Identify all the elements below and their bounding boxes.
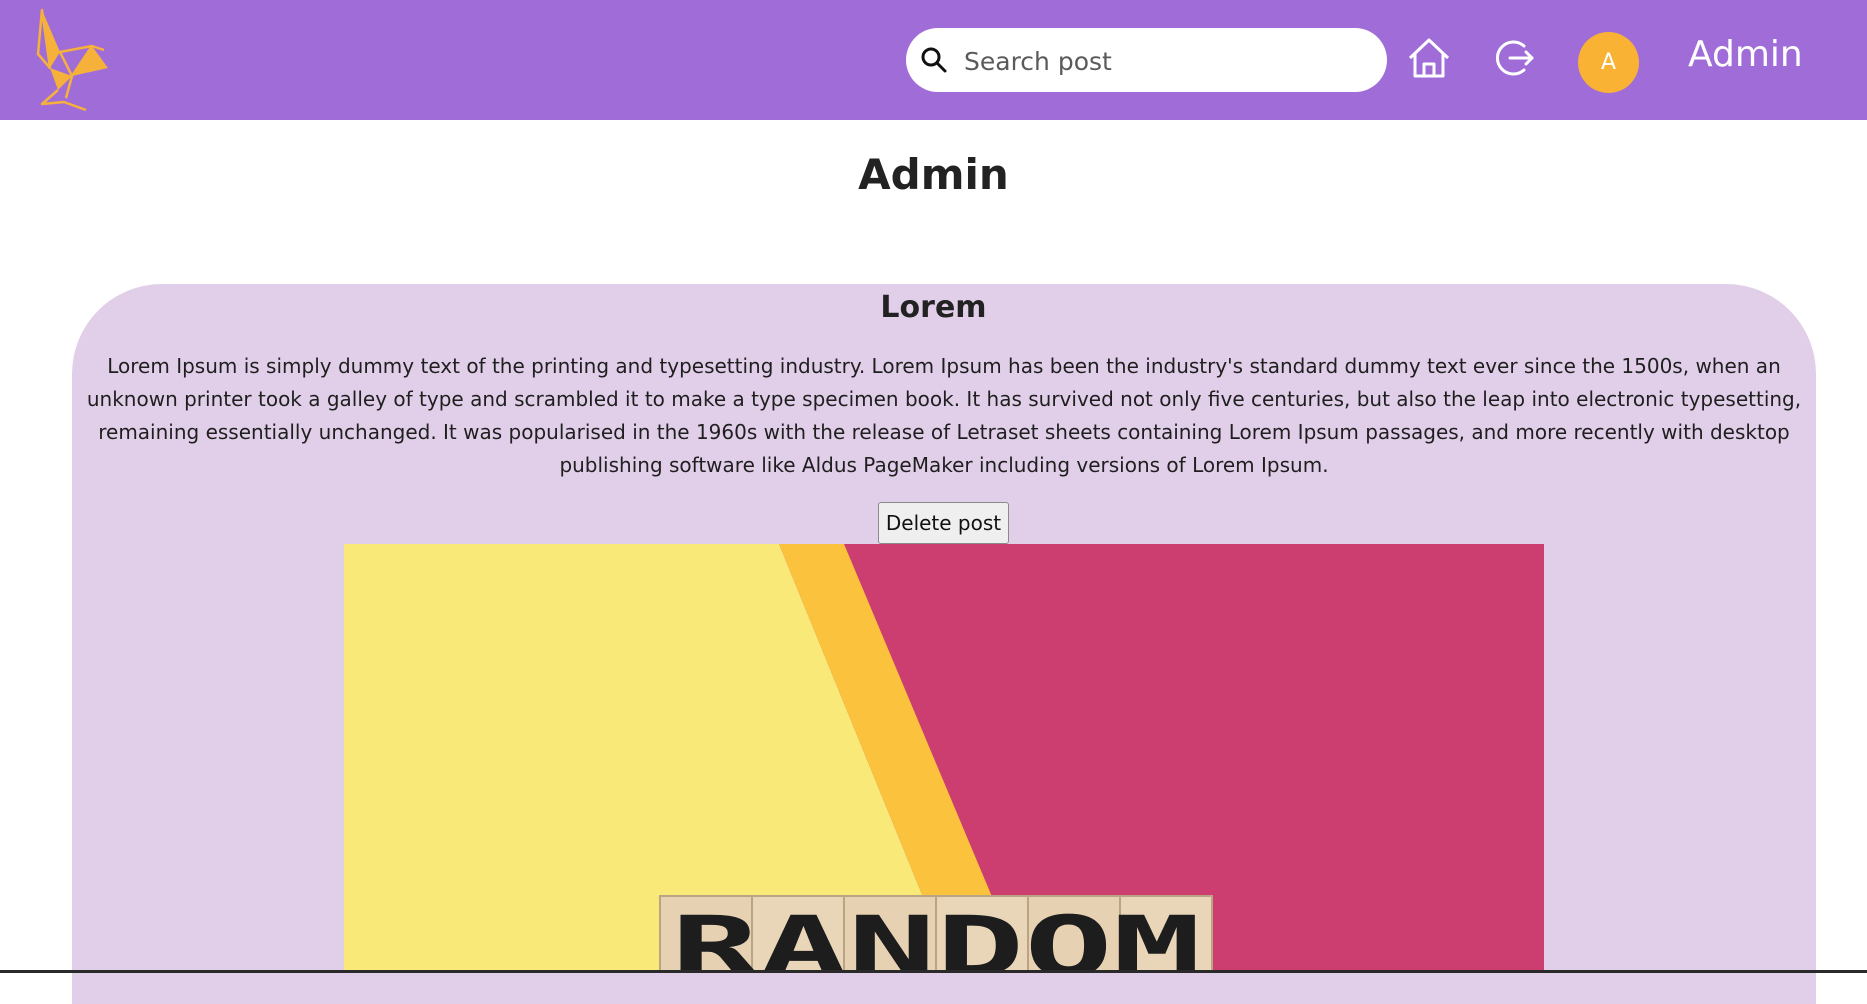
post-title: Lorem: [880, 290, 987, 325]
search-box[interactable]: [906, 28, 1387, 94]
avatar-letter: A: [1600, 50, 1617, 75]
logout-icon[interactable]: [1490, 34, 1538, 82]
home-icon[interactable]: [1405, 34, 1453, 82]
nav-username[interactable]: Admin: [1688, 34, 1803, 75]
post-image-word: RANDOM: [671, 898, 1201, 973]
post-image: RANDOM: [344, 544, 1544, 973]
navbar: A Admin: [0, 0, 1867, 120]
page-title: Admin: [858, 150, 1009, 199]
delete-post-button[interactable]: Delete post: [878, 502, 1009, 544]
search-input[interactable]: [962, 28, 1366, 94]
avatar[interactable]: A: [1578, 32, 1639, 93]
search-icon: [920, 46, 948, 74]
post-body: Lorem Ipsum is simply dummy text of the …: [86, 354, 1802, 477]
origami-bird-logo-icon[interactable]: [20, 6, 120, 116]
